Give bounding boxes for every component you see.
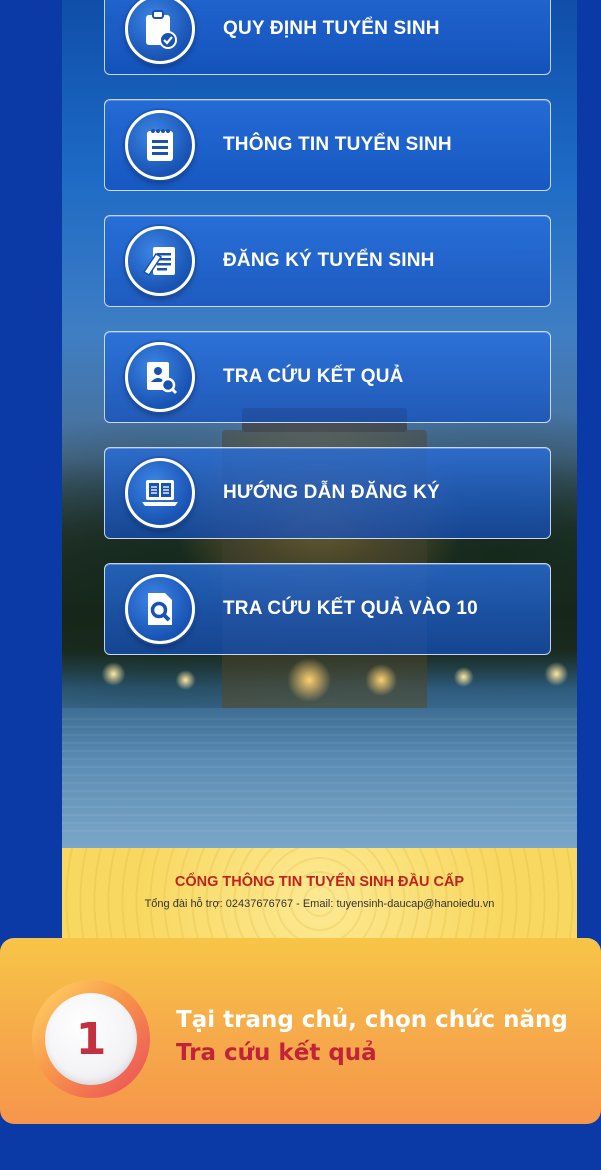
notepad-icon — [125, 110, 195, 180]
lake-lights — [62, 650, 577, 710]
menu-item-label: HƯỚNG DẪN ĐĂNG KÝ — [223, 482, 440, 503]
step-text-highlight: Tra cứu kết quả — [176, 1040, 377, 1066]
menu-item-label: QUY ĐỊNH TUYỂN SINH — [223, 18, 440, 39]
menu-item-quy-dinh[interactable]: QUY ĐỊNH TUYỂN SINH — [104, 0, 551, 75]
step-text-prefix: Tại trang chủ, chọn chức năng — [176, 1007, 568, 1033]
menu-item-tra-cuu-vao-10[interactable]: TRA CỨU KẾT QUẢ VÀO 10 — [104, 563, 551, 655]
step-badge-inner: 1 — [45, 993, 137, 1085]
document-search-icon — [125, 574, 195, 644]
step-text: Tại trang chủ, chọn chức năng Tra cứu kế… — [176, 1004, 576, 1070]
laptop-guide-icon — [125, 458, 195, 528]
portal-title: CỔNG THÔNG TIN TUYỂN SINH ĐẦU CẤP — [174, 874, 465, 890]
step-instruction-card: 1 Tại trang chủ, chọn chức năng Tra cứu … — [0, 938, 601, 1124]
step-number: 1 — [75, 1013, 107, 1065]
menu-item-thong-tin[interactable]: THÔNG TIN TUYỂN SINH — [104, 99, 551, 191]
menu-item-label: ĐĂNG KÝ TUYỂN SINH — [223, 250, 435, 271]
menu-item-huong-dan[interactable]: HƯỚNG DẪN ĐĂNG KÝ — [104, 447, 551, 539]
menu-item-dang-ky[interactable]: ĐĂNG KÝ TUYỂN SINH — [104, 215, 551, 307]
step-badge: 1 — [32, 980, 150, 1098]
menu-item-tra-cuu[interactable]: TRA CỨU KẾT QUẢ — [104, 331, 551, 423]
support-contact: Tổng đài hỗ trợ: 02437676767 - Email: tu… — [144, 898, 495, 910]
form-edit-icon — [125, 226, 195, 296]
app-screen: QUY ĐỊNH TUYỂN SINH THÔNG TIN TUYỂN SINH — [62, 0, 577, 955]
profile-search-icon — [125, 342, 195, 412]
menu-item-label: THÔNG TIN TUYỂN SINH — [223, 134, 452, 155]
menu-item-label: TRA CỨU KẾT QUẢ VÀO 10 — [223, 598, 478, 619]
lake — [62, 708, 577, 848]
clipboard-check-icon — [125, 0, 195, 64]
menu-item-label: TRA CỨU KẾT QUẢ — [223, 366, 404, 387]
